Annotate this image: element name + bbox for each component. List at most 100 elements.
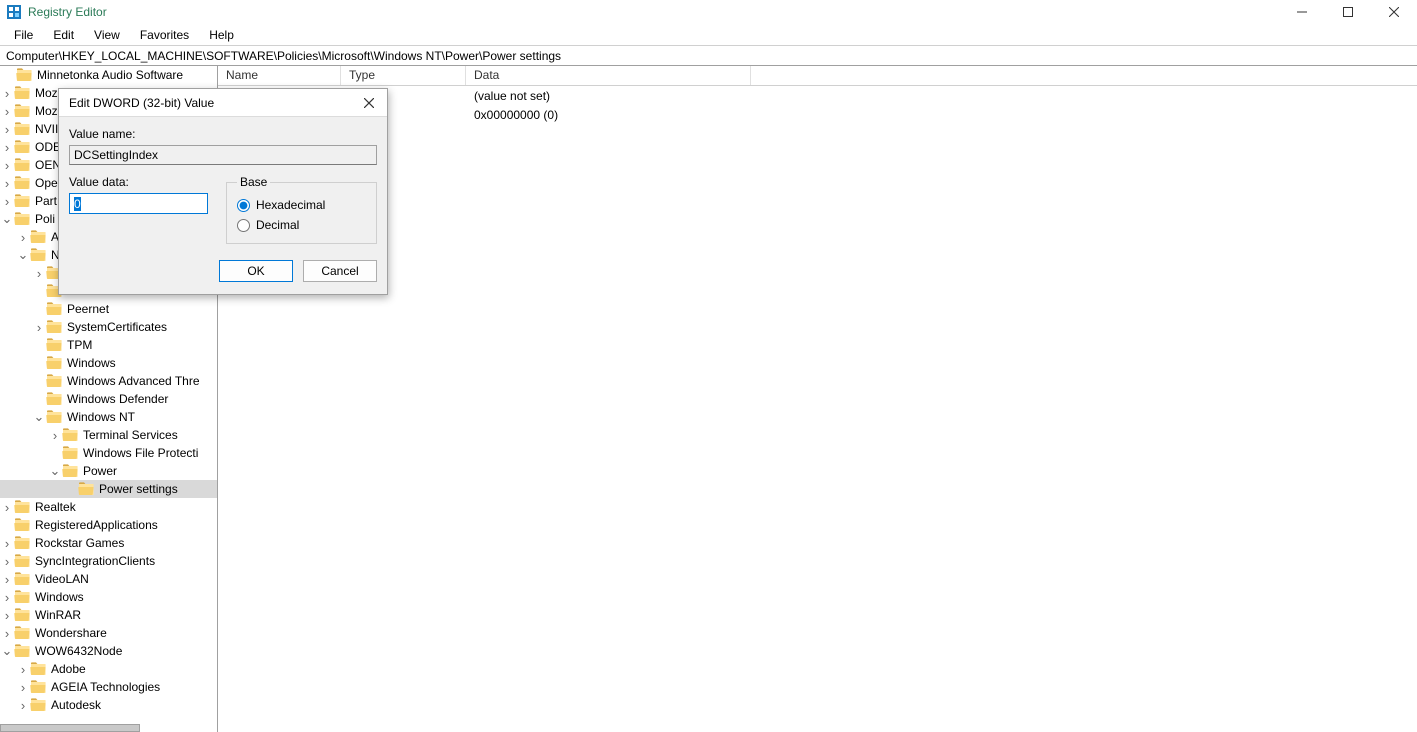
cancel-button[interactable]: Cancel <box>303 260 377 282</box>
minimize-button[interactable] <box>1279 0 1325 24</box>
tree-item[interactable]: ⌄Windows NT <box>0 408 217 426</box>
folder-icon <box>14 158 30 172</box>
expand-icon[interactable]: › <box>0 570 14 588</box>
expand-icon[interactable]: › <box>16 660 30 678</box>
expand-icon[interactable]: › <box>16 228 30 246</box>
tree-item[interactable]: Windows <box>0 354 217 372</box>
radio-decimal[interactable]: Decimal <box>237 215 366 235</box>
tree-item[interactable]: ›Adobe <box>0 660 217 678</box>
folder-icon <box>46 356 62 370</box>
menu-file[interactable]: File <box>4 25 43 45</box>
tree-item[interactable]: ›VideoLAN <box>0 570 217 588</box>
menu-edit[interactable]: Edit <box>43 25 84 45</box>
folder-icon <box>14 536 30 550</box>
radio-hexadecimal[interactable]: Hexadecimal <box>237 195 366 215</box>
folder-icon <box>14 626 30 640</box>
list-row[interactable]: (value not set) <box>218 86 1417 105</box>
expand-icon[interactable]: › <box>0 156 14 174</box>
column-data[interactable]: Data <box>466 66 751 85</box>
folder-icon <box>62 446 78 460</box>
expand-icon[interactable]: › <box>16 696 30 714</box>
folder-icon <box>30 662 46 676</box>
tree-item[interactable]: Peernet <box>0 300 217 318</box>
expand-icon[interactable]: › <box>0 174 14 192</box>
tree-item[interactable]: ›Wondershare <box>0 624 217 642</box>
dialog-close-button[interactable] <box>361 95 377 111</box>
maximize-button[interactable] <box>1325 0 1371 24</box>
tree-item[interactable]: Minnetonka Audio Software <box>0 66 217 84</box>
expand-icon[interactable]: › <box>0 624 14 642</box>
menu-favorites[interactable]: Favorites <box>130 25 199 45</box>
expand-icon[interactable]: › <box>0 192 14 210</box>
folder-icon <box>46 302 62 316</box>
collapse-icon[interactable]: ⌄ <box>32 408 46 426</box>
collapse-icon[interactable]: ⌄ <box>0 210 14 228</box>
app-icon <box>6 4 22 20</box>
tree-item[interactable]: ›WinRAR <box>0 606 217 624</box>
tree-item-selected[interactable]: Power settings <box>0 480 217 498</box>
tree-item[interactable]: ›Autodesk <box>0 696 217 714</box>
tree-item[interactable]: ⌄Power <box>0 462 217 480</box>
collapse-icon[interactable]: ⌄ <box>16 246 30 264</box>
tree-item[interactable]: ›Windows <box>0 588 217 606</box>
tree-item[interactable]: Windows File Protecti <box>0 444 217 462</box>
expand-icon[interactable]: › <box>32 264 46 282</box>
tree-item[interactable]: ⌄WOW6432Node <box>0 642 217 660</box>
folder-icon <box>30 698 46 712</box>
horizontal-scrollbar[interactable] <box>0 724 140 732</box>
expand-icon[interactable]: › <box>0 606 14 624</box>
expand-icon[interactable]: › <box>0 588 14 606</box>
tree-item[interactable]: RegisteredApplications <box>0 516 217 534</box>
folder-icon <box>30 230 46 244</box>
expand-icon[interactable]: › <box>0 102 14 120</box>
collapse-icon[interactable]: ⌄ <box>0 642 14 660</box>
close-button[interactable] <box>1371 0 1417 24</box>
expand-icon[interactable]: › <box>0 120 14 138</box>
window-title: Registry Editor <box>28 5 107 19</box>
column-name[interactable]: Name <box>218 66 341 85</box>
column-type[interactable]: Type <box>341 66 466 85</box>
folder-icon <box>46 320 62 334</box>
expand-icon[interactable]: › <box>32 318 46 336</box>
expand-icon[interactable]: › <box>0 498 14 516</box>
menu-view[interactable]: View <box>84 25 130 45</box>
value-data-label: Value data: <box>69 175 208 189</box>
tree-item[interactable]: ›SyncIntegrationClients <box>0 552 217 570</box>
expand-icon[interactable]: › <box>16 678 30 696</box>
value-name-input[interactable] <box>69 145 377 165</box>
expand-icon[interactable]: › <box>0 84 14 102</box>
tree-item[interactable]: TPM <box>0 336 217 354</box>
tree-item[interactable]: ›Rockstar Games <box>0 534 217 552</box>
tree-item[interactable]: ›SystemCertificates <box>0 318 217 336</box>
folder-icon <box>14 212 30 226</box>
expand-icon[interactable]: › <box>0 552 14 570</box>
menu-help[interactable]: Help <box>199 25 244 45</box>
expand-icon[interactable]: › <box>0 534 14 552</box>
folder-icon <box>14 104 30 118</box>
folder-icon <box>14 500 30 514</box>
folder-icon <box>14 608 30 622</box>
tree-item[interactable]: ›Realtek <box>0 498 217 516</box>
radio-decimal-input[interactable] <box>237 219 250 232</box>
folder-icon <box>14 572 30 586</box>
value-data-input[interactable] <box>69 193 208 214</box>
tree-item[interactable]: Windows Advanced Thre <box>0 372 217 390</box>
radio-hexadecimal-input[interactable] <box>237 199 250 212</box>
expand-icon[interactable]: › <box>48 426 62 444</box>
dialog-titlebar[interactable]: Edit DWORD (32-bit) Value <box>59 89 387 117</box>
tree-item[interactable]: ›Terminal Services <box>0 426 217 444</box>
radio-decimal-label: Decimal <box>256 218 299 232</box>
tree-item[interactable]: Windows Defender <box>0 390 217 408</box>
list-row[interactable]: WORD 0x00000000 (0) <box>218 105 1417 124</box>
address-text: Computer\HKEY_LOCAL_MACHINE\SOFTWARE\Pol… <box>6 49 561 63</box>
address-bar[interactable]: Computer\HKEY_LOCAL_MACHINE\SOFTWARE\Pol… <box>0 46 1417 66</box>
value-name-label: Value name: <box>69 127 377 141</box>
ok-button[interactable]: OK <box>219 260 293 282</box>
folder-icon <box>30 248 46 262</box>
tree-item[interactable]: ›AGEIA Technologies <box>0 678 217 696</box>
folder-icon <box>46 374 62 388</box>
folder-icon <box>14 176 30 190</box>
expand-icon[interactable]: › <box>0 138 14 156</box>
collapse-icon[interactable]: ⌄ <box>48 462 62 480</box>
base-label: Base <box>237 175 270 189</box>
